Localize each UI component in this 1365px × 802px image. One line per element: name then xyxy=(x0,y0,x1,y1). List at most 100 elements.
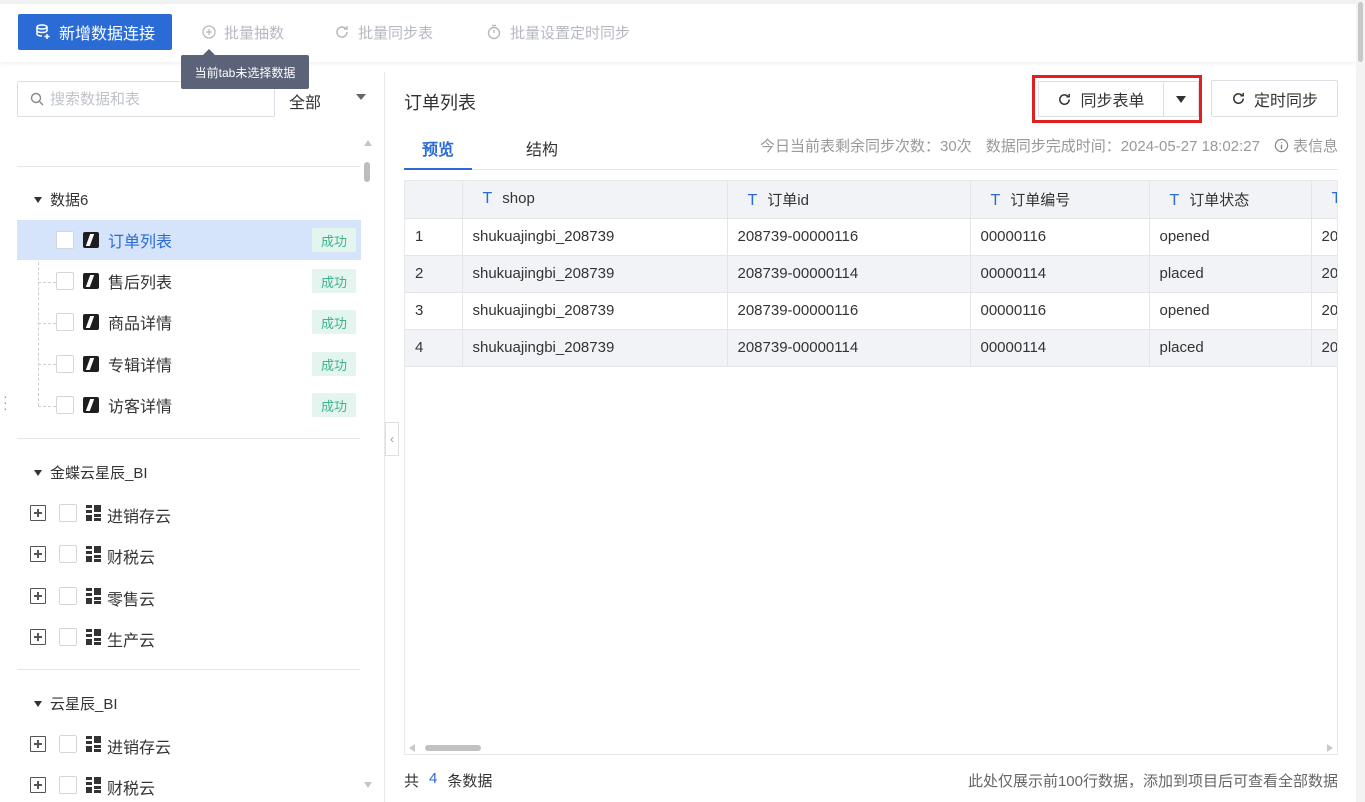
checkbox[interactable] xyxy=(59,776,77,794)
checkbox[interactable] xyxy=(56,272,74,290)
checkbox[interactable] xyxy=(56,355,74,373)
table-cell: placed xyxy=(1149,329,1312,367)
scroll-thumb[interactable] xyxy=(364,162,370,182)
column-header-label: shop xyxy=(502,190,535,208)
app-item[interactable]: 进销存云 xyxy=(17,724,361,764)
table-row: 4 shukuajingbi_208739 208739-00000114 00… xyxy=(405,329,1337,367)
tab-structure[interactable]: 结构 xyxy=(508,136,576,170)
add-connection-button[interactable]: 新增数据连接 xyxy=(18,14,172,50)
checkbox[interactable] xyxy=(56,231,74,249)
app-item[interactable]: 生产云 xyxy=(17,617,361,657)
sync-dropdown-button[interactable] xyxy=(1163,81,1199,117)
preview-table: Tshop T 订单id T 订单编号 T 订单状态 T 1 shukuajingbi… xyxy=(405,181,1337,367)
row-count-number: 4 xyxy=(429,770,438,787)
search-input[interactable] xyxy=(50,90,250,108)
row-count-suffix: 条数据 xyxy=(447,773,493,790)
expand-plus-icon[interactable] xyxy=(30,736,46,752)
row-index-header xyxy=(405,181,463,219)
group-data6[interactable]: 数据6 xyxy=(34,189,88,210)
expand-triangle-icon[interactable] xyxy=(34,196,42,203)
checkbox[interactable] xyxy=(56,313,74,331)
app-label: 进销存云 xyxy=(107,509,172,526)
tree-item-aftersale-list[interactable]: 售后列表 成功 xyxy=(17,261,361,301)
table-cell: 00000116 xyxy=(970,218,1150,256)
caret-down-icon[interactable] xyxy=(356,94,366,100)
tree-item-album-detail[interactable]: 专辑详情 成功 xyxy=(17,344,361,384)
app-item[interactable]: 进销存云 xyxy=(17,493,361,533)
app-item[interactable]: 财税云 xyxy=(17,534,361,574)
app-grid-icon xyxy=(86,505,101,521)
status-badge: 成功 xyxy=(311,269,356,293)
expand-triangle-icon[interactable] xyxy=(34,700,42,707)
tab-preview[interactable]: 预览 xyxy=(404,136,472,170)
checkbox[interactable] xyxy=(59,735,77,753)
expand-plus-icon[interactable] xyxy=(30,777,46,793)
table-header-row: Tshop T 订单id T 订单编号 T 订单状态 T xyxy=(405,181,1337,219)
app-grid-icon xyxy=(86,777,101,793)
expand-plus-icon[interactable] xyxy=(30,546,46,562)
scroll-left-icon[interactable] xyxy=(409,744,415,752)
batch-schedule-button[interactable]: 批量设置定时同步 xyxy=(486,18,630,46)
scroll-right-icon[interactable] xyxy=(1327,744,1333,752)
checkbox[interactable] xyxy=(59,545,77,563)
filter-select[interactable]: 全部 xyxy=(289,89,321,113)
checkbox[interactable] xyxy=(59,504,77,522)
group-name: 金蝶云星辰_BI xyxy=(50,465,148,482)
app-grid-icon xyxy=(86,546,101,562)
column-header[interactable]: T 订单id xyxy=(727,181,971,219)
app-grid-icon xyxy=(86,629,101,645)
checkbox[interactable] xyxy=(59,628,77,646)
expand-plus-icon[interactable] xyxy=(30,629,46,645)
column-header[interactable]: T 订单状态 xyxy=(1149,181,1312,219)
row-index: 2 xyxy=(405,255,463,293)
page-scrollbar[interactable] xyxy=(1356,0,1365,802)
table-cell: 20 xyxy=(1311,218,1337,256)
app-grid-icon xyxy=(86,736,101,752)
batch-extract-button[interactable]: 批量抽数 xyxy=(202,18,284,46)
column-header[interactable]: T 订单编号 xyxy=(970,181,1150,219)
table-source-icon xyxy=(83,232,99,248)
sync-highlight-box: 同步表单 xyxy=(1032,75,1202,123)
group-kingdee[interactable]: 金蝶云星辰_BI xyxy=(34,462,148,483)
scroll-down-icon[interactable] xyxy=(364,782,372,788)
expand-plus-icon[interactable] xyxy=(30,505,46,521)
scroll-thumb[interactable] xyxy=(1358,2,1363,62)
tree-item-product-detail[interactable]: 商品详情 成功 xyxy=(17,302,361,342)
table-cell: 20 xyxy=(1311,292,1337,330)
table-cell: 20 xyxy=(1311,255,1337,293)
scroll-up-icon[interactable] xyxy=(364,140,372,146)
checkbox[interactable] xyxy=(59,587,77,605)
batch-sync-table-button[interactable]: 批量同步表 xyxy=(334,18,433,46)
app-item[interactable]: 零售云 xyxy=(17,576,361,616)
table-source-icon xyxy=(83,273,99,289)
table-info-link[interactable]: 表信息 xyxy=(1274,135,1338,156)
expand-plus-icon[interactable] xyxy=(30,588,46,604)
sync-form-button[interactable]: 同步表单 xyxy=(1038,81,1163,117)
app-item[interactable]: 财税云 xyxy=(17,765,361,802)
group-yunxingchen[interactable]: 云星辰_BI xyxy=(34,693,118,714)
tree-item-order-list[interactable]: 订单列表 成功 xyxy=(17,220,361,260)
table-cell: shukuajingbi_208739 xyxy=(462,255,728,293)
table-cell: opened xyxy=(1149,218,1312,256)
table-cell: 20 xyxy=(1311,329,1337,367)
horizontal-scrollbar[interactable] xyxy=(405,742,1337,754)
resize-handle-icon[interactable]: · · · xyxy=(3,389,8,415)
left-panel: 全部 数据6 订单列表 成功 售后列表 成功 商品详情 成功 专辑详情 成功 xyxy=(0,72,385,802)
table-cell: shukuajingbi_208739 xyxy=(462,218,728,256)
tree-item-visitor-detail[interactable]: 访客详情 成功 xyxy=(17,385,361,425)
preview-note: 此处仅展示前100行数据，添加到项目后可查看全部数据 xyxy=(967,773,1338,790)
left-scrollbar[interactable] xyxy=(362,138,374,790)
scroll-thumb[interactable] xyxy=(425,745,481,751)
expand-triangle-icon[interactable] xyxy=(34,469,42,476)
text-type-icon: T xyxy=(1169,191,1180,209)
column-header[interactable]: Tshop xyxy=(462,181,728,219)
divider xyxy=(17,166,360,167)
row-index: 3 xyxy=(405,292,463,330)
sync-complete-time: 数据同步完成时间：2024-05-27 18:02:27 xyxy=(985,138,1260,155)
table-cell: shukuajingbi_208739 xyxy=(462,329,728,367)
column-header[interactable]: T xyxy=(1311,181,1337,219)
main-panel: 订单列表 同步表单 定时同步 预览 结构 今日当前表剩余同步次数：30次 数据同… xyxy=(386,72,1356,802)
scheduled-sync-button[interactable]: 定时同步 xyxy=(1211,80,1338,117)
checkbox[interactable] xyxy=(56,396,74,414)
table-row: 1 shukuajingbi_208739 208739-00000116 00… xyxy=(405,218,1337,256)
